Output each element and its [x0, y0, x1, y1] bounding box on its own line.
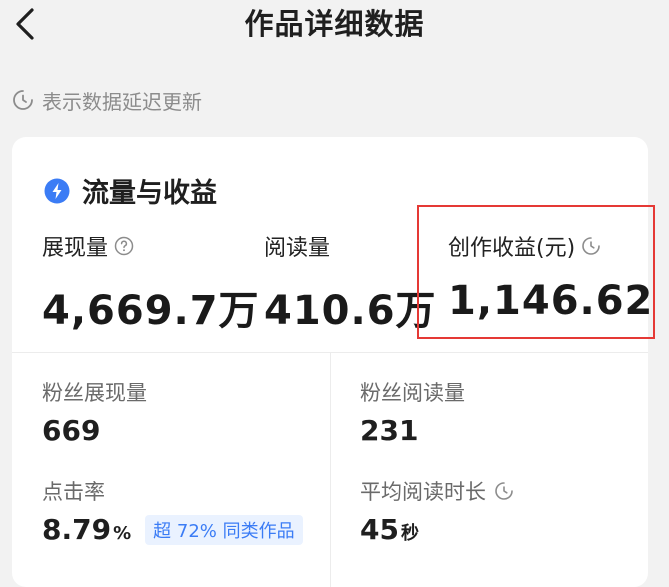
avg-read-time: 平均阅读时长 45 秒 — [360, 477, 514, 546]
avg-read-time-value: 45 — [360, 513, 399, 546]
click-rate-unit: % — [113, 523, 132, 544]
fans-reads-value: 231 — [360, 414, 419, 447]
metric-impressions: 展现量 4,669.7万 — [42, 232, 260, 336]
clock-icon — [13, 90, 33, 110]
lightning-drop-icon — [44, 178, 70, 203]
top-bar: 作品详细数据 — [0, 0, 669, 54]
fans-impressions: 粉丝展现量 669 — [42, 378, 147, 447]
metric-reads: 阅读量 410.6万 — [264, 232, 437, 336]
metric-reads-label: 阅读量 — [264, 236, 331, 261]
fans-reads: 粉丝阅读量 231 — [360, 378, 465, 447]
fans-reads-label: 粉丝阅读量 — [360, 381, 465, 405]
delay-notice: 表示数据延迟更新 — [12, 86, 202, 114]
fans-impressions-label: 粉丝展现量 — [42, 381, 147, 405]
question-circle-icon[interactable] — [114, 236, 134, 256]
click-rate-label: 点击率 — [42, 480, 105, 504]
revenue-highlight-box — [417, 205, 655, 339]
avg-read-time-unit: 秒 — [400, 523, 419, 544]
avg-read-time-label: 平均阅读时长 — [360, 480, 486, 504]
fans-impressions-value: 669 — [42, 414, 101, 447]
metric-impressions-value: 4,669.7万 — [42, 288, 260, 334]
traffic-revenue-card: 流量与收益 展现量 4,669.7万 阅读量 410.6万 创作收益(元) 1,… — [12, 137, 655, 587]
click-rate-value: 8.79 — [42, 513, 112, 546]
metric-impressions-label: 展现量 — [42, 236, 109, 261]
clock-icon — [495, 482, 513, 500]
click-rate: 点击率 8.79 % 超 72% 同类作品 — [42, 477, 303, 546]
delay-notice-text: 表示数据延迟更新 — [42, 89, 202, 114]
section-title: 流量与收益 — [82, 178, 217, 209]
metric-reads-value: 410.6万 — [264, 288, 437, 334]
divider-vertical — [330, 352, 331, 587]
comparison-badge: 超 72% 同类作品 — [145, 514, 303, 545]
section-header: 流量与收益 — [44, 171, 217, 210]
page-title: 作品详细数据 — [244, 7, 425, 41]
